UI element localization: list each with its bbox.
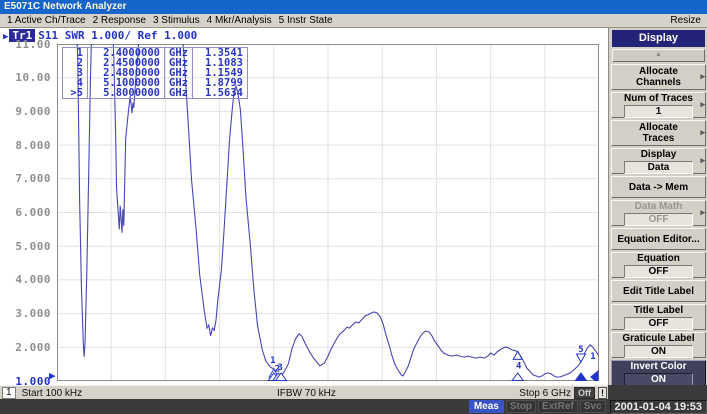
trace-number-label: 1	[590, 352, 595, 362]
softkey-data-math: Data MathOFF▸	[611, 200, 706, 226]
ifbw-label: IFBW 70 kHz	[277, 388, 336, 399]
status-bar: Meas StopExtRefSvc 2001-01-04 19:53	[0, 399, 707, 414]
y-tick-label: 2.000	[0, 341, 51, 354]
y-tick-label: 5.000	[0, 240, 51, 253]
menu-item-4-mkr-analysis[interactable]: 4 Mkr/Analysis	[207, 15, 272, 27]
softkey-menu-title: Display	[612, 30, 705, 47]
softkey-value: OFF	[624, 213, 693, 226]
softkey-edit-title-label[interactable]: Edit Title Label	[611, 280, 706, 302]
softkey-value: Data	[624, 161, 693, 174]
softkey-value: OFF	[624, 265, 693, 278]
off-status-badge: Off	[574, 387, 595, 399]
app-window: E5071C Network Analyzer 1 Active Ch/Trac…	[0, 0, 707, 414]
softkey-display[interactable]: DisplayData▸	[611, 148, 706, 174]
menu-item-5-instr-state[interactable]: 5 Instr State	[279, 15, 333, 27]
menu-item-3-stimulus[interactable]: 3 Stimulus	[153, 15, 200, 27]
softkey-buttons: AllocateChannels▸Num of Traces1▸Allocate…	[609, 64, 707, 386]
submenu-arrow-icon: ▸	[700, 127, 705, 138]
softkey-value: ON	[624, 345, 693, 358]
submenu-arrow-icon: ▸	[700, 71, 705, 82]
reference-level-arrow-icon: ▶	[49, 369, 56, 382]
y-tick-label: 4.000	[0, 273, 51, 286]
softkey-num-of-traces[interactable]: Num of Traces1▸	[611, 92, 706, 118]
resize-control[interactable]: Resize	[670, 15, 701, 26]
marker-row: >55.8000000GHz1.5634	[63, 88, 248, 99]
y-tick-label: 11.00	[0, 38, 51, 51]
sweep-end-indicator-icon	[590, 370, 599, 381]
softkey-graticule-label[interactable]: Graticule LabelON	[611, 332, 706, 358]
start-frequency-label: Start 100 kHz	[22, 388, 83, 399]
warning-indicator: !	[598, 387, 607, 399]
menu-item-1-active-ch-trace[interactable]: 1 Active Ch/Trace	[7, 15, 86, 27]
menu-items: 1 Active Ch/Trace 2 Response 3 Stimulus 4 M…	[0, 15, 333, 27]
submenu-arrow-icon: ▸	[700, 155, 705, 166]
marker-3-label: 3	[277, 363, 282, 373]
window-titlebar: E5071C Network Analyzer	[0, 0, 707, 14]
menu-bar: 1 Active Ch/Trace 2 Response 3 Stimulus 4 M…	[0, 14, 707, 28]
softkey-menu: Display ▲ AllocateChannels▸Num of Traces…	[608, 28, 707, 385]
marker-5-icon[interactable]	[576, 354, 585, 362]
status-inactive-items: StopExtRefSvc	[506, 400, 606, 413]
status-item-svc: Svc	[580, 400, 606, 413]
y-tick-label: 7.000	[0, 172, 51, 185]
softkey-equation-editor[interactable]: Equation Editor...	[611, 228, 706, 250]
stop-frequency-label: Stop 6 GHz	[519, 388, 571, 399]
marker-4-label: 4	[516, 361, 522, 371]
softkey-invert-color[interactable]: Invert ColorON	[611, 360, 706, 386]
softkey-title-label[interactable]: Title LabelOFF	[611, 304, 706, 330]
trace-status-text: S11 SWR 1.000/ Ref 1.000	[38, 29, 197, 42]
softkey-allocate-channels[interactable]: AllocateChannels▸	[611, 64, 706, 90]
y-tick-label: 8.000	[0, 139, 51, 152]
plot-panel: ▶Tr1S11 SWR 1.000/ Ref 1.000 11.0010.009…	[0, 28, 608, 385]
y-tick-label: 6.000	[0, 206, 51, 219]
softkey-data-mem[interactable]: Data -> Mem	[611, 176, 706, 198]
y-tick-label: 3.000	[0, 307, 51, 320]
scroll-up-button[interactable]: ▲	[612, 49, 705, 62]
submenu-arrow-icon: ▸	[700, 99, 705, 110]
submenu-arrow-icon: ▸	[700, 207, 705, 218]
stop-frequency-group: Stop 6 GHz Off !	[519, 387, 607, 399]
softkey-equation[interactable]: EquationOFF	[611, 252, 706, 278]
y-tick-label: 10.00	[0, 71, 51, 84]
softkey-value: 1	[624, 105, 693, 118]
channel-number-box: 1	[2, 387, 16, 399]
y-tick-label: 9.000	[0, 105, 51, 118]
datetime-display: 2001-01-04 19:53	[610, 400, 707, 414]
marker-table: 12.4000000GHz1.354122.4500000GHz1.108332…	[62, 47, 248, 99]
window-title: E5071C Network Analyzer	[0, 0, 707, 14]
softkey-value: OFF	[624, 317, 693, 330]
menu-item-2-response[interactable]: 2 Response	[93, 15, 146, 27]
marker-5-label: 5	[578, 345, 583, 355]
marker-5-axis-indicator-icon[interactable]	[575, 373, 586, 381]
status-item-stop: Stop	[506, 400, 536, 413]
marker-4-axis-indicator-icon[interactable]	[512, 373, 523, 381]
status-item-extref: ExtRef	[538, 400, 578, 413]
softkey-allocate-traces[interactable]: AllocateTraces▸	[611, 120, 706, 146]
stimulus-bar: 1 Start 100 kHz IFBW 70 kHz Stop 6 GHz O…	[0, 385, 608, 400]
meas-status-badge: Meas	[469, 400, 504, 413]
softkey-value: ON	[624, 373, 693, 386]
